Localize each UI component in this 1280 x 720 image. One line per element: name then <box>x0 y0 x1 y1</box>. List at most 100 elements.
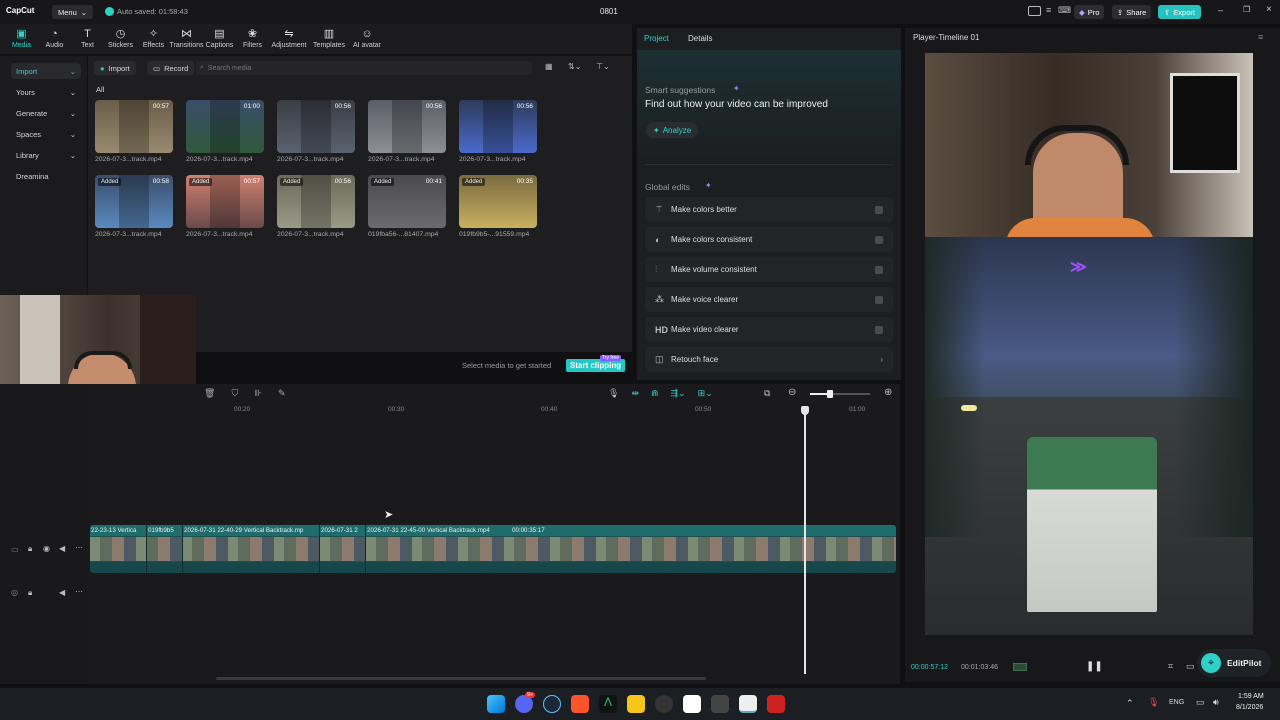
media-item[interactable]: 00:56 2026-07-3...track.mp4 <box>459 100 537 163</box>
playhead-handle[interactable] <box>801 406 809 415</box>
tool-text[interactable]: T Text <box>71 29 104 50</box>
tool-templates[interactable]: ▥ Templates <box>309 29 349 50</box>
speaker-icon[interactable]: ◀︎ <box>59 544 65 553</box>
windows-start-icon[interactable] <box>487 695 505 713</box>
sidebar-item-spaces[interactable]: Spaces ⌄ <box>11 126 81 142</box>
sidebar-item-yours[interactable]: Yours ⌄ <box>11 84 81 100</box>
menu-button[interactable]: Menu ⌄ <box>52 5 94 19</box>
project-name[interactable]: 0801 <box>600 7 618 16</box>
recorder-icon[interactable] <box>767 695 785 713</box>
ratio-icon[interactable]: ▭ <box>1186 661 1195 672</box>
media-item[interactable]: 00:58 Added 2026-07-3...track.mp4 <box>95 175 173 238</box>
media-item[interactable]: 00:57 2026-07-3...track.mp4 <box>95 100 173 163</box>
time-ruler[interactable]: 00:20 00:30 00:40 00:50 01:00 <box>88 406 900 416</box>
split-icon[interactable]: ⊪ <box>254 388 262 399</box>
menu-icon[interactable]: ≡ <box>1258 32 1263 42</box>
cover-icon[interactable]: ▭ <box>11 545 19 554</box>
sidebar-item-import[interactable]: Import ⌄ <box>11 63 81 79</box>
filter-icon[interactable]: ⊤⌄ <box>596 62 610 71</box>
media-item[interactable]: 00:57 Added 2026-07-3...track.mp4 <box>186 175 264 238</box>
keyboard-icon[interactable]: ⌨ <box>1058 5 1071 16</box>
tool-adjustment[interactable]: ⇋ Adjustment <box>269 29 309 50</box>
horizontal-scrollbar[interactable] <box>216 677 706 680</box>
delete-icon[interactable]: 🗑︎ <box>204 388 215 399</box>
media-item[interactable]: 00:56 2026-07-3...track.mp4 <box>368 100 446 163</box>
media-item[interactable]: 00:35 Added 019fb9b5-...91559.mp4 <box>459 175 537 238</box>
obs-icon[interactable] <box>655 695 673 713</box>
audio-track-icon[interactable]: ◎ <box>11 588 18 597</box>
language-indicator[interactable]: ENG <box>1169 699 1184 706</box>
display-icon[interactable]: ▭ <box>1196 697 1205 708</box>
media-item[interactable]: 00:56 Added 2026-07-3...track.mp4 <box>277 175 355 238</box>
media-item[interactable]: 00:56 2026-07-3...track.mp4 <box>277 100 355 163</box>
edit-make-voice-clearer[interactable]: ⁂ Make voice clearer <box>645 287 893 312</box>
rockstar-icon[interactable] <box>627 695 645 713</box>
media-item[interactable]: 01:00 2026-07-3...track.mp4 <box>186 100 264 163</box>
tool-captions[interactable]: ▤ Captions <box>203 29 236 50</box>
editpilot-button[interactable]: ⌖ EditPilot <box>1197 649 1272 677</box>
chevron-up-icon[interactable]: ⌃ <box>1126 698 1134 709</box>
crop-icon[interactable]: ⌗ <box>1168 661 1173 672</box>
more-icon[interactable]: ⋯ <box>75 587 83 596</box>
tool-transitions[interactable]: ⋈ Transitions <box>170 29 204 50</box>
caption-icon[interactable]: ⧉ <box>764 388 770 399</box>
zoom-out-icon[interactable]: ⊖ <box>788 387 796 398</box>
tab-details[interactable]: Details <box>688 34 712 43</box>
minimize-icon[interactable]: – <box>1218 5 1223 15</box>
checkbox[interactable] <box>875 265 883 274</box>
auto-snap-icon[interactable]: ⇶⌄ <box>671 388 686 399</box>
draw-icon[interactable]: ✎ <box>278 388 286 399</box>
clock-time[interactable]: 1:59 AM <box>1238 693 1264 700</box>
steam-icon[interactable] <box>543 695 561 713</box>
edit-make-video-clearer[interactable]: HD Make video clearer <box>645 317 893 342</box>
view-grid-icon[interactable]: ▦ <box>545 62 553 71</box>
pro-button[interactable]: ◆ Pro <box>1074 5 1105 19</box>
import-button[interactable]: ● Import <box>94 61 136 75</box>
checkbox[interactable] <box>875 205 883 214</box>
layout-icon[interactable] <box>1028 6 1041 16</box>
preview-axis-icon[interactable]: ⊞⌄ <box>698 388 713 399</box>
maximize-icon[interactable]: ❐ <box>1243 5 1250 14</box>
share-button[interactable]: ⇪ Share <box>1112 5 1152 19</box>
edit-make-colors-consistent[interactable]: ◐ Make colors consistent <box>645 227 893 252</box>
playhead[interactable] <box>801 406 809 674</box>
list-icon[interactable]: ≡ <box>1046 5 1051 15</box>
marker-icon[interactable]: ⛉ <box>231 388 238 399</box>
link-icon[interactable]: ⇹ <box>631 388 639 399</box>
video-track[interactable]: 22-23-13 Vertica 019fb9b5 2026-07-31 22-… <box>90 525 896 573</box>
search-input[interactable]: ⌕ Search media <box>196 61 532 75</box>
checkbox[interactable] <box>875 325 883 334</box>
tool-ai-avatar[interactable]: ☺ AI avatar <box>349 29 385 50</box>
pause-icon[interactable]: ❚❚ <box>1086 661 1103 672</box>
sidebar-item-generate[interactable]: Generate ⌄ <box>11 105 81 121</box>
lock-icon[interactable]: 🔒︎ <box>28 588 32 598</box>
zoom-slider-handle[interactable] <box>827 390 833 398</box>
edit-retouch-face[interactable]: ◫ Retouch face › <box>645 347 893 372</box>
capcut-icon[interactable] <box>683 695 701 713</box>
filter-all[interactable]: All <box>96 85 104 94</box>
checkbox[interactable] <box>875 235 883 244</box>
tool-stickers[interactable]: ◷ Stickers <box>104 29 137 50</box>
lock-icon[interactable]: 🔒︎ <box>28 544 32 554</box>
edit-make-volume-consistent[interactable]: ⫶ Make volume consistent <box>645 257 893 282</box>
edit-make-colors-better[interactable]: ⚚ Make colors better <box>645 197 893 222</box>
sidebar-item-dreamina[interactable]: Dreamina <box>11 168 81 184</box>
analyze-button[interactable]: ✦ Analyze <box>646 122 699 138</box>
close-icon[interactable]: × <box>1266 4 1272 15</box>
capcut-active-icon[interactable] <box>739 695 757 713</box>
clock-date[interactable]: 8/1/2026 <box>1236 704 1263 711</box>
record-button[interactable]: ▭ Record <box>147 61 195 75</box>
sidebar-item-library[interactable]: Library ⌄ <box>11 147 81 163</box>
tool-audio[interactable]: ◔ Audio <box>38 29 71 50</box>
speaker-icon[interactable]: ◀︎ <box>59 588 65 597</box>
media-item[interactable]: 00:41 Added 019fba56-...81407.mp4 <box>368 175 446 238</box>
checkbox[interactable] <box>875 295 883 304</box>
eye-icon[interactable]: ◉ <box>43 544 50 553</box>
sort-icon[interactable]: ⇅⌄ <box>568 62 581 71</box>
magnet-icon[interactable]: ⋒ <box>651 388 659 399</box>
volume-icon[interactable]: 🔊︎ <box>1213 697 1219 708</box>
tool-effects[interactable]: ✧ Effects <box>137 29 170 50</box>
brave-icon[interactable] <box>571 695 589 713</box>
tool-media[interactable]: ▣ Media <box>5 29 38 50</box>
more-icon[interactable]: ⋯ <box>75 543 83 552</box>
